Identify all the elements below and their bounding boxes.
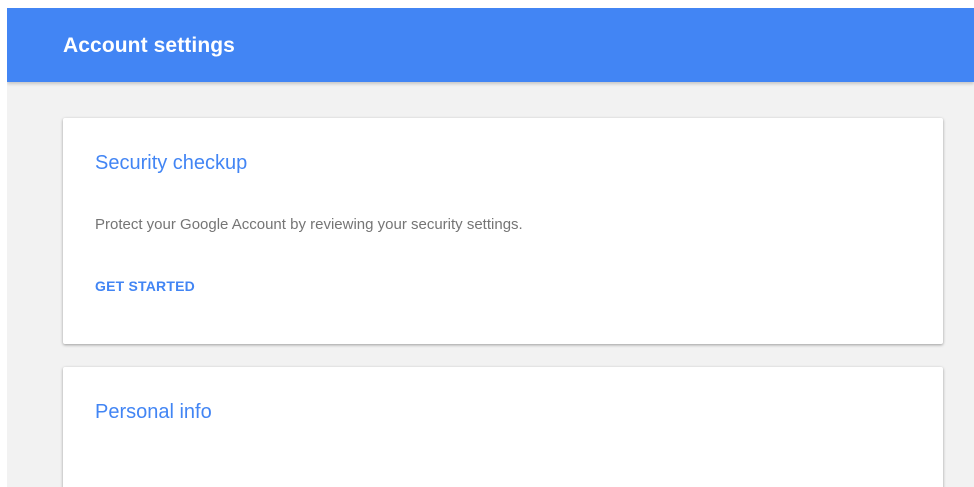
security-checkup-description: Protect your Google Account by reviewing…	[95, 216, 523, 233]
app-bar: Account settings	[7, 8, 974, 82]
security-checkup-title: Security checkup	[95, 152, 248, 174]
personal-info-title: Personal info	[95, 401, 212, 423]
personal-info-card[interactable]: Personal info	[63, 367, 943, 487]
security-checkup-card: Security checkup Protect your Google Acc…	[63, 118, 943, 344]
page-title: Account settings	[63, 34, 235, 57]
get-started-button[interactable]: GET STARTED	[95, 278, 195, 294]
account-settings-page: Account settings Security checkup Protec…	[7, 8, 974, 487]
